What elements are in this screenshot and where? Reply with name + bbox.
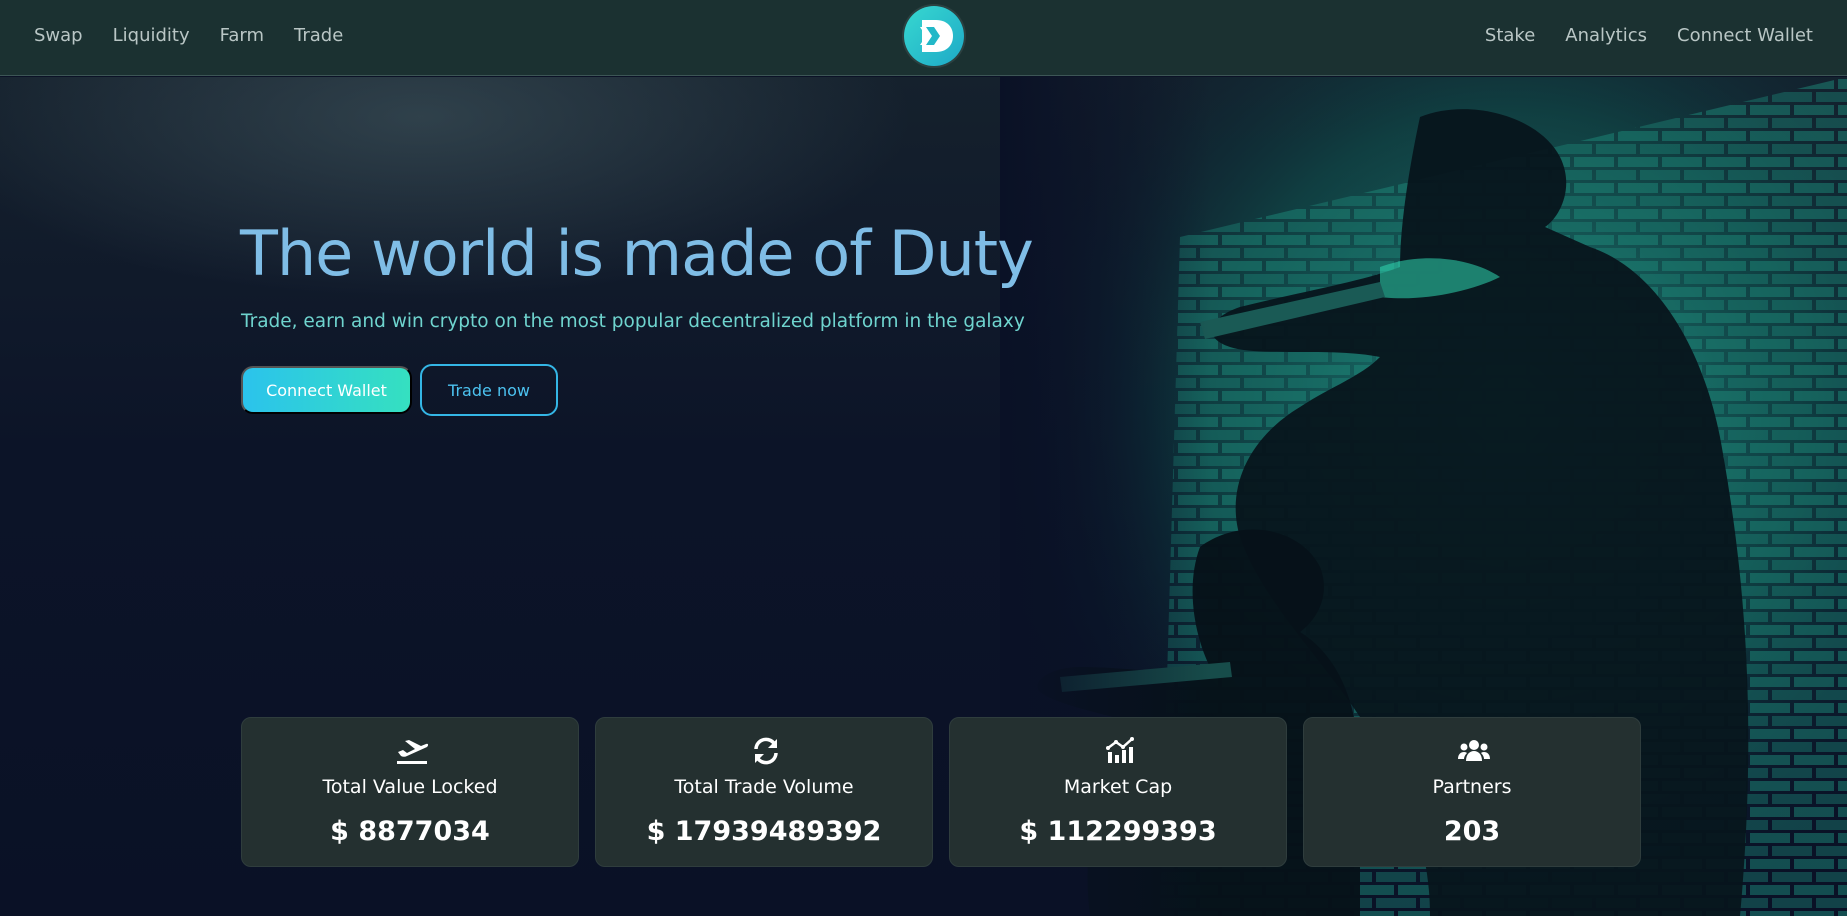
stat-card-total-value-locked: Total Value Locked $ 8877034 bbox=[241, 717, 579, 867]
users-icon bbox=[1458, 740, 1490, 761]
nav-left: Swap Liquidity Farm Trade bbox=[34, 24, 373, 48]
chart-icon bbox=[1106, 737, 1134, 763]
nav-liquidity-link[interactable]: Liquidity bbox=[113, 24, 190, 48]
nav-farm-link[interactable]: Farm bbox=[220, 24, 264, 48]
trade-now-button[interactable]: Trade now bbox=[420, 364, 558, 416]
nav-right: Stake Analytics Connect Wallet bbox=[1455, 24, 1813, 48]
stat-label: Market Cap bbox=[1063, 776, 1173, 798]
nav-connect-wallet-link[interactable]: Connect Wallet bbox=[1677, 24, 1813, 48]
stat-value: $ 112299393 bbox=[1019, 816, 1217, 847]
nav-stake-link[interactable]: Stake bbox=[1485, 24, 1535, 48]
plane-departure-icon bbox=[397, 740, 429, 764]
stat-label: Total Value Locked bbox=[322, 776, 498, 798]
hero-subtitle: Trade, earn and win crypto on the most p… bbox=[241, 311, 1025, 332]
stat-value: 203 bbox=[1443, 816, 1501, 847]
nav-analytics-link[interactable]: Analytics bbox=[1565, 24, 1647, 48]
stat-value: $ 17939489392 bbox=[646, 816, 882, 847]
stat-value: $ 8877034 bbox=[330, 816, 490, 847]
d-logo-icon[interactable] bbox=[904, 6, 964, 66]
stat-card-total-trade-volume: Total Trade Volume $ 17939489392 bbox=[595, 717, 933, 867]
stats-row: Total Value Locked $ 8877034 Total Trade… bbox=[241, 717, 1657, 867]
hero-title: The world is made of Duty bbox=[240, 217, 1034, 290]
stat-label: Total Trade Volume bbox=[674, 776, 854, 798]
connect-wallet-button[interactable]: Connect Wallet bbox=[241, 366, 412, 414]
sync-icon bbox=[754, 737, 778, 765]
nav-swap-link[interactable]: Swap bbox=[34, 24, 83, 48]
top-navbar: Swap Liquidity Farm Trade Stake Analytic… bbox=[0, 0, 1847, 76]
stat-card-market-cap: Market Cap $ 112299393 bbox=[949, 717, 1287, 867]
stat-card-partners: Partners 203 bbox=[1303, 717, 1641, 867]
stat-label: Partners bbox=[1432, 776, 1512, 798]
nav-trade-link[interactable]: Trade bbox=[294, 24, 343, 48]
